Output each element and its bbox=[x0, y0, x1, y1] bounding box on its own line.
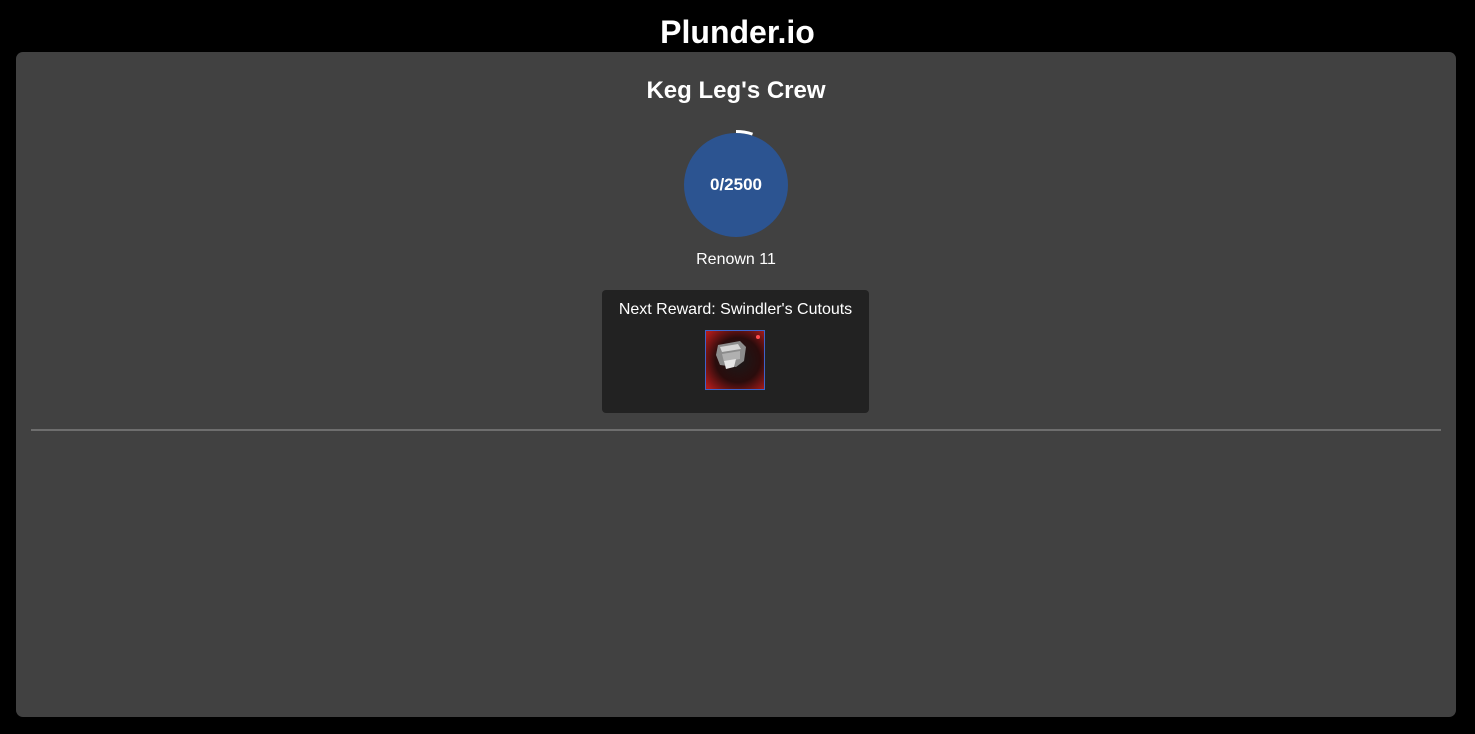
reward-item-image bbox=[706, 331, 764, 389]
section-divider bbox=[31, 429, 1441, 431]
next-reward-card: Next Reward: Swindler's Cutouts bbox=[602, 290, 869, 413]
app-title: Plunder.io bbox=[660, 14, 815, 50]
renown-level: Renown 11 bbox=[696, 251, 776, 268]
crew-title: Keg Leg's Crew bbox=[646, 77, 826, 104]
crew-panel: Keg Leg's Crew 0/2500 Renown 11 Next Rew… bbox=[16, 52, 1456, 717]
progress-value: 0/2500 bbox=[710, 175, 762, 194]
renown-progress-ring: 0/2500 bbox=[681, 130, 791, 240]
next-reward-label: Next Reward: Swindler's Cutouts bbox=[618, 301, 853, 318]
cutouts-reward-icon[interactable] bbox=[705, 330, 765, 390]
